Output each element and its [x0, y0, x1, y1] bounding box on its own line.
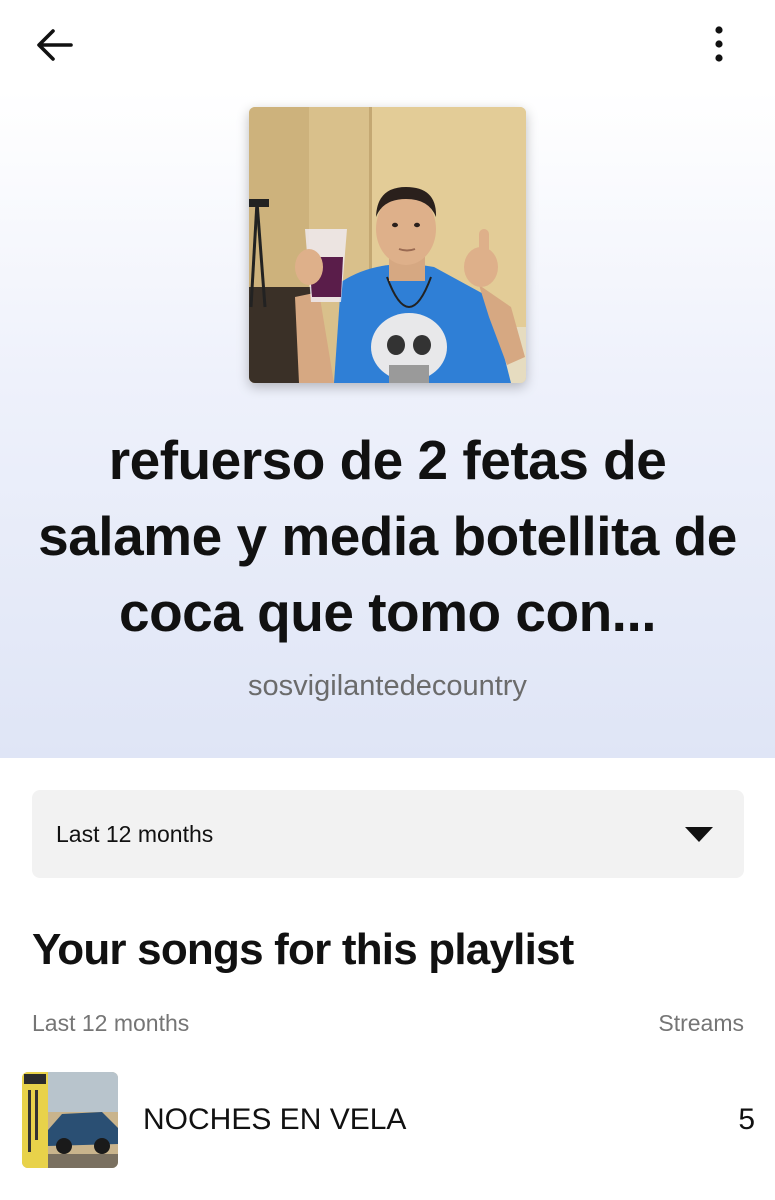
- time-range-select[interactable]: Last 12 months: [32, 790, 744, 878]
- playlist-owner[interactable]: sosvigilantedecountry: [0, 670, 775, 703]
- playlist-cover: [249, 107, 526, 383]
- arrow-left-icon: [37, 29, 73, 61]
- more-vertical-icon: [715, 26, 723, 62]
- songs-section-title: Your songs for this playlist: [32, 925, 574, 974]
- more-options-button[interactable]: [696, 18, 742, 70]
- album-cover: [22, 1072, 118, 1168]
- playlist-cover-photo: [249, 107, 526, 383]
- streams-column-label: Streams: [658, 1010, 744, 1036]
- time-range-selected-value: Last 12 months: [56, 820, 214, 847]
- period-column-label: Last 12 months: [32, 1010, 190, 1036]
- playlist-title: refuerso de 2 fetas de salame y media bo…: [38, 429, 737, 643]
- song-streams: 5: [738, 1103, 755, 1136]
- back-button[interactable]: [30, 20, 80, 70]
- song-row[interactable]: NOCHES EN VELA 5: [22, 1072, 755, 1168]
- caret-down-icon: [685, 827, 713, 842]
- songs-list-header: Last 12 months Streams: [32, 1010, 744, 1037]
- song-title: NOCHES EN VELA: [143, 1103, 407, 1136]
